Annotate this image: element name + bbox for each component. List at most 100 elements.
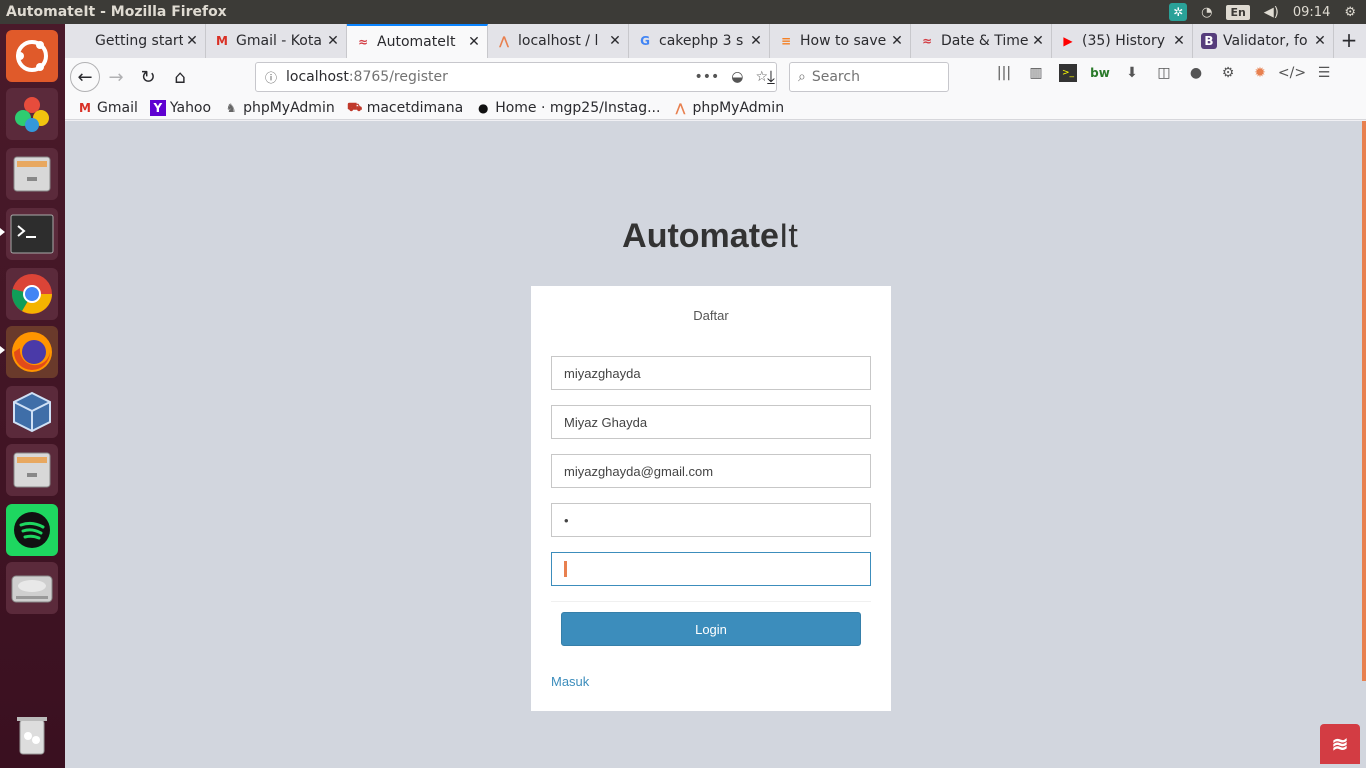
tab-gmail[interactable]: M Gmail - Kota ✕ [206, 24, 347, 58]
tab-close-icon[interactable]: ✕ [183, 33, 201, 49]
menu-icon[interactable]: ☰ [1315, 64, 1333, 82]
downloads-icon[interactable]: ⬇ [1123, 64, 1141, 82]
bookmark-github-instagram[interactable]: ● Home · mgp25/Instag... [475, 100, 661, 116]
email-field[interactable]: miyazghayda@gmail.com [551, 454, 871, 488]
username-field[interactable]: miyazghayda [551, 356, 871, 390]
reader-icon[interactable]: ▥ [1027, 64, 1045, 82]
bookmarks-toolbar: M Gmail Y Yahoo ♞ phpMyAdmin ⛟ macetdima… [65, 96, 1366, 120]
solitaire-icon[interactable] [6, 88, 58, 140]
search-placeholder: Search [811, 69, 860, 85]
ssh-extension-icon[interactable]: >_ [1059, 64, 1077, 82]
tab-how-to-save[interactable]: ≡ How to save ✕ [770, 24, 911, 58]
bookmark-macetdimana[interactable]: ⛟ macetdimana [347, 100, 463, 116]
card-title: Daftar [693, 308, 729, 323]
bookmark-yahoo[interactable]: Y Yahoo [149, 99, 212, 116]
url-path: :8765/register [348, 69, 448, 85]
search-field[interactable]: ⌕ Search [789, 62, 949, 92]
tab-label: Gmail - Kota [236, 33, 322, 49]
stackoverflow-icon: ≡ [780, 34, 792, 48]
launcher [0, 24, 65, 768]
tab-label: Getting started [95, 33, 183, 49]
tab-close-icon[interactable]: ✕ [324, 33, 342, 49]
download-arrow-button[interactable]: ⤓ [755, 61, 787, 93]
download-icon: ⤓ [767, 66, 775, 88]
url-bar[interactable]: ⓘ localhost:8765/register ••• ◒ ☆ [255, 62, 777, 92]
bookmark-phpmyadmin[interactable]: ♞ phpMyAdmin [223, 100, 335, 116]
files-icon[interactable] [6, 148, 58, 200]
new-tab-button[interactable]: + [1334, 24, 1364, 58]
settings-gear-icon[interactable]: ⚙ [1344, 5, 1356, 20]
screenshot-icon[interactable]: ● [1187, 64, 1205, 82]
clock[interactable]: 09:14 [1293, 5, 1330, 20]
tab-bar: Getting started ✕ M Gmail - Kota ✕ ≈ Aut… [65, 24, 1366, 58]
cakephp-debug-icon[interactable]: ≋ [1320, 724, 1360, 764]
keyboard-lang-indicator[interactable]: En [1226, 4, 1250, 20]
tab-close-icon[interactable]: ✕ [747, 33, 765, 49]
cloud-sync-icon[interactable]: ✲ [1169, 3, 1188, 21]
tab-getting-started[interactable]: Getting started ✕ [65, 24, 206, 58]
bookmark-label: Yahoo [169, 99, 212, 116]
site-info-icon[interactable]: ⓘ [256, 69, 286, 86]
extension-gear-icon[interactable]: ⚙ [1219, 64, 1237, 82]
trash-icon[interactable] [6, 708, 58, 760]
bookmark-gmail[interactable]: M Gmail [77, 100, 138, 116]
bookmark-label: phpMyAdmin [692, 99, 785, 116]
tab-close-icon[interactable]: ✕ [1029, 33, 1047, 49]
password-field[interactable]: • [551, 503, 871, 537]
tab-close-icon[interactable]: ✕ [606, 33, 624, 49]
arrow-right-icon: → [108, 66, 124, 88]
toolbar-icons: ||| ▥ >_ bw ⬇ ◫ ● ⚙ ✹ </> ☰ [995, 64, 1333, 82]
wifi-icon[interactable]: ◔ [1201, 5, 1212, 20]
tab-date-time[interactable]: ≈ Date & Time ✕ [911, 24, 1052, 58]
youtube-icon: ▶ [1063, 34, 1073, 48]
running-indicator [0, 346, 5, 354]
tab-label: Validator, fo [1223, 33, 1308, 49]
arrow-left-icon: ← [77, 66, 93, 88]
gmail-icon: M [79, 100, 91, 115]
phpmyadmin-icon: ⋀ [498, 34, 510, 48]
cake-icon: ≈ [357, 35, 369, 49]
tab-close-icon[interactable]: ✕ [465, 34, 483, 50]
library-icon[interactable]: ||| [995, 64, 1013, 82]
forward-button[interactable]: → [100, 61, 132, 93]
files-icon-2[interactable] [6, 444, 58, 496]
spotify-icon[interactable] [6, 504, 58, 556]
bookmark-label: macetdimana [366, 99, 464, 116]
bookmark-phpmyadmin-2[interactable]: ⋀ phpMyAdmin [672, 100, 784, 116]
bw-extension-icon[interactable]: bw [1090, 64, 1110, 82]
terminal-icon[interactable] [6, 208, 58, 260]
tab-youtube-history[interactable]: ▶ (35) History ✕ [1052, 24, 1193, 58]
tab-automateit[interactable]: ≈ AutomateIt ✕ [347, 24, 488, 58]
google-icon: G [640, 34, 650, 48]
chrome-icon[interactable] [6, 268, 58, 320]
pocket-icon[interactable]: ◒ [731, 69, 743, 85]
virtualbox-icon[interactable] [6, 386, 58, 438]
tab-close-icon[interactable]: ✕ [888, 33, 906, 49]
app-logo: AutomateIt [65, 217, 1355, 256]
masuk-link[interactable]: Masuk [551, 674, 589, 689]
page-actions-icon[interactable]: ••• [694, 69, 719, 85]
reload-button[interactable]: ↻ [132, 61, 164, 93]
sidebar-icon[interactable]: ◫ [1155, 64, 1173, 82]
home-button[interactable]: ⌂ [164, 61, 196, 93]
system-tray: ✲ ◔ En ◀) 09:14 ⚙ [1169, 3, 1366, 21]
tab-close-icon[interactable]: ✕ [1311, 33, 1329, 49]
tab-validator[interactable]: B Validator, fo ✕ [1193, 24, 1334, 58]
back-button[interactable]: ← [70, 62, 100, 92]
cake-icon: ≈ [921, 34, 933, 48]
firefox-icon[interactable] [6, 326, 58, 378]
devtools-icon[interactable]: </> [1278, 64, 1306, 82]
tab-cakephp-search[interactable]: G cakephp 3 s ✕ [629, 24, 770, 58]
disk-icon[interactable] [6, 562, 58, 614]
tab-close-icon[interactable]: ✕ [1170, 33, 1188, 49]
tab-label: AutomateIt [377, 34, 456, 50]
scrollbar[interactable] [1362, 121, 1366, 681]
tab-localhost-phpmyadmin[interactable]: ⋀ localhost / l ✕ [488, 24, 629, 58]
login-button[interactable]: Login [561, 612, 861, 646]
extension-sun-icon[interactable]: ✹ [1251, 64, 1269, 82]
volume-icon[interactable]: ◀) [1264, 5, 1279, 20]
ubuntu-dash-icon[interactable] [6, 30, 58, 82]
tab-label: Date & Time [941, 33, 1029, 49]
confirm-password-field[interactable] [551, 552, 871, 586]
fullname-field[interactable]: Miyaz Ghayda [551, 405, 871, 439]
